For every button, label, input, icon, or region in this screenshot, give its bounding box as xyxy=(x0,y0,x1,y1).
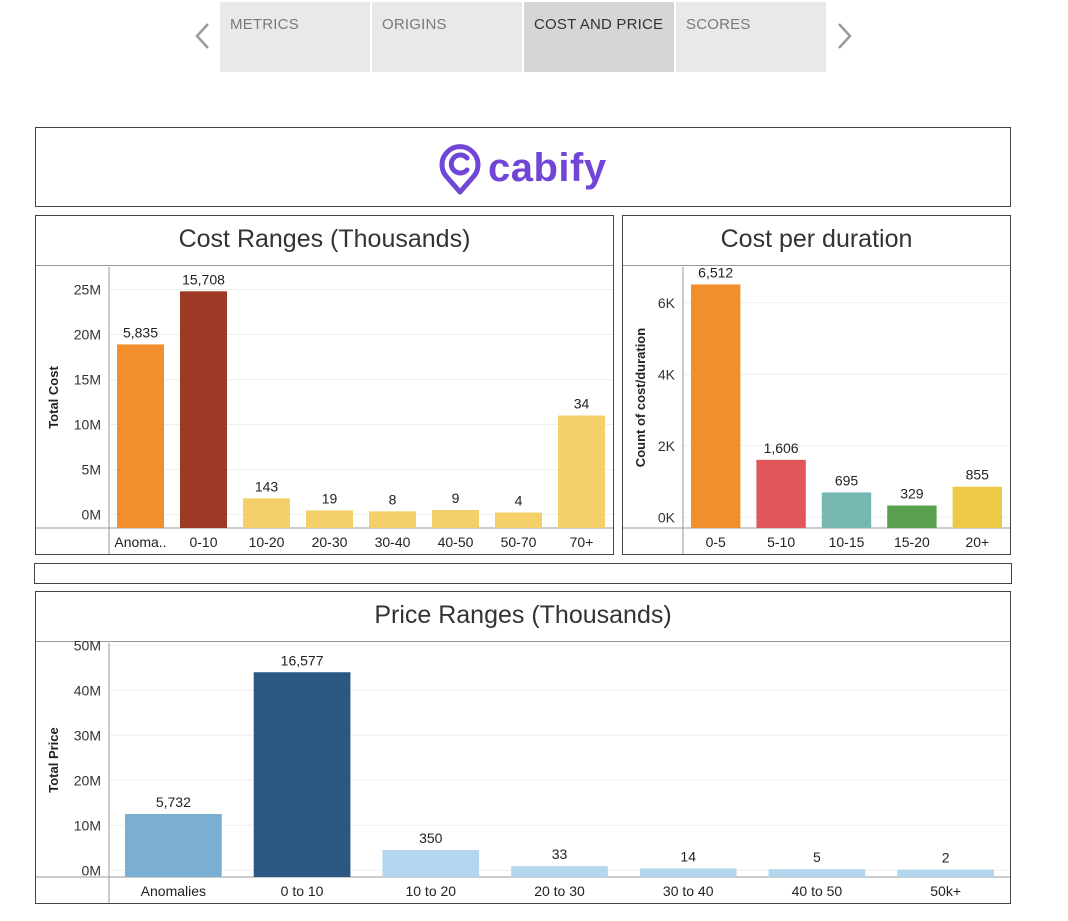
bar xyxy=(768,869,866,877)
cabify-logo: cabify xyxy=(438,138,607,198)
dashboard-tabs: METRICS ORIGINS COST AND PRICE SCORES xyxy=(220,2,828,72)
price-ranges-chart: 0M 10M 20M 30M 40M 50M Total Price 5,732 Anomali… xyxy=(36,637,1010,903)
data-label: 5 xyxy=(813,849,821,865)
y-tick-label: 0K xyxy=(658,509,676,525)
y-tick-label: 25M xyxy=(74,282,101,298)
x-tick-label: 20-30 xyxy=(312,534,348,550)
data-label: 2 xyxy=(942,850,950,866)
y-tick-label: 15M xyxy=(74,372,101,388)
cost-ranges-panel: Cost Ranges (Thousands) 0M 5M 10M 15M 20M 25M… xyxy=(35,215,614,555)
data-label: 855 xyxy=(966,467,990,483)
tab-metrics[interactable]: METRICS xyxy=(220,2,370,72)
y-tick-label: 40M xyxy=(74,682,101,698)
bar xyxy=(558,415,605,528)
x-tick-label: 5-10 xyxy=(767,534,795,550)
y-tick-label: 50M xyxy=(74,637,101,653)
bar xyxy=(821,492,872,528)
x-tick-label: 40 to 50 xyxy=(792,883,843,899)
y-tick-label: 10M xyxy=(74,417,101,433)
data-label: 143 xyxy=(255,478,279,494)
bar xyxy=(382,850,480,877)
data-label: 329 xyxy=(900,486,924,502)
y-tick-label: 2K xyxy=(658,438,676,454)
bar xyxy=(756,459,806,528)
bar xyxy=(117,344,164,528)
data-label: 33 xyxy=(552,846,568,862)
y-tick-label: 0M xyxy=(82,862,101,878)
data-label: 9 xyxy=(452,490,460,506)
cost-per-duration-chart: 0K 2K 4K 6K Count of cost/duration 6,512 0-5 1,… xyxy=(623,264,1010,554)
bar xyxy=(180,291,227,528)
bar xyxy=(495,512,542,528)
y-tick-label: 4K xyxy=(658,366,676,382)
y-tick-label: 20M xyxy=(74,772,101,788)
y-axis-label: Total Cost xyxy=(46,366,61,429)
data-label: 6,512 xyxy=(698,264,733,280)
data-label: 5,732 xyxy=(156,794,191,810)
bar xyxy=(253,672,351,877)
x-tick-label: 10 to 20 xyxy=(405,883,456,899)
x-tick-label: 50k+ xyxy=(930,883,961,899)
x-tick-label: 70+ xyxy=(570,534,594,550)
previous-arrow-icon[interactable] xyxy=(191,18,215,54)
x-tick-label: 20+ xyxy=(965,534,989,550)
data-label: 5,835 xyxy=(123,324,158,340)
x-tick-label: 40-50 xyxy=(438,534,474,550)
x-tick-label: 0-5 xyxy=(706,534,726,550)
x-tick-label: 10-20 xyxy=(249,534,285,550)
y-tick-label: 6K xyxy=(658,295,676,311)
y-tick-label: 5M xyxy=(82,462,101,478)
x-tick-label: 20 to 30 xyxy=(534,883,585,899)
x-tick-label: 0 to 10 xyxy=(281,883,324,899)
bar xyxy=(887,505,937,528)
data-label: 350 xyxy=(419,830,443,846)
x-tick-label: Anomalies xyxy=(141,883,206,899)
logo-text: cabify xyxy=(488,145,607,190)
tab-scores[interactable]: SCORES xyxy=(676,2,826,72)
data-label: 4 xyxy=(515,493,523,509)
cost-per-duration-panel: Cost per duration 0K 2K 4K 6K Count of cost/… xyxy=(622,215,1011,555)
cabify-pin-icon xyxy=(439,144,481,195)
x-tick-label: Anoma.. xyxy=(114,534,166,550)
x-tick-label: 50-70 xyxy=(501,534,537,550)
data-label: 8 xyxy=(389,491,397,507)
data-label: 19 xyxy=(322,490,338,506)
y-tick-label: 0M xyxy=(82,507,101,523)
next-arrow-icon[interactable] xyxy=(832,18,856,54)
bar xyxy=(511,866,608,877)
bar xyxy=(369,511,416,528)
bar xyxy=(639,868,737,877)
bar xyxy=(125,814,222,877)
price-ranges-panel: Price Ranges (Thousands) 0M 10M 20M 30M 40M 5… xyxy=(35,591,1011,904)
bar xyxy=(897,869,994,877)
bar xyxy=(432,510,479,528)
x-tick-label: 0-10 xyxy=(189,534,217,550)
bar xyxy=(243,498,290,528)
data-label: 1,606 xyxy=(764,440,799,456)
x-tick-label: 10-15 xyxy=(829,534,865,550)
tab-origins[interactable]: ORIGINS xyxy=(372,2,522,72)
data-label: 15,708 xyxy=(182,271,225,287)
data-label: 695 xyxy=(835,472,859,488)
spacer-panel xyxy=(34,563,1012,584)
y-tick-label: 30M xyxy=(74,727,101,743)
data-label: 14 xyxy=(680,848,696,864)
y-tick-label: 20M xyxy=(74,327,101,343)
bar xyxy=(306,510,353,528)
x-tick-label: 30-40 xyxy=(375,534,411,550)
x-tick-label: 15-20 xyxy=(894,534,930,550)
cost-ranges-chart: 0M 5M 10M 15M 20M 25M Total Cost 5,835 Anoma.. 15… xyxy=(36,267,613,554)
x-tick-label: 30 to 40 xyxy=(663,883,714,899)
data-label: 34 xyxy=(574,396,590,412)
y-axis-label: Count of cost/duration xyxy=(633,328,648,467)
bar xyxy=(952,486,1002,528)
logo-panel: cabify xyxy=(35,127,1011,207)
tab-cost-and-price[interactable]: COST AND PRICE xyxy=(524,2,674,72)
y-tick-label: 10M xyxy=(74,817,101,833)
y-axis-label: Total Price xyxy=(46,727,61,793)
bar xyxy=(691,284,741,528)
data-label: 16,577 xyxy=(281,652,324,668)
